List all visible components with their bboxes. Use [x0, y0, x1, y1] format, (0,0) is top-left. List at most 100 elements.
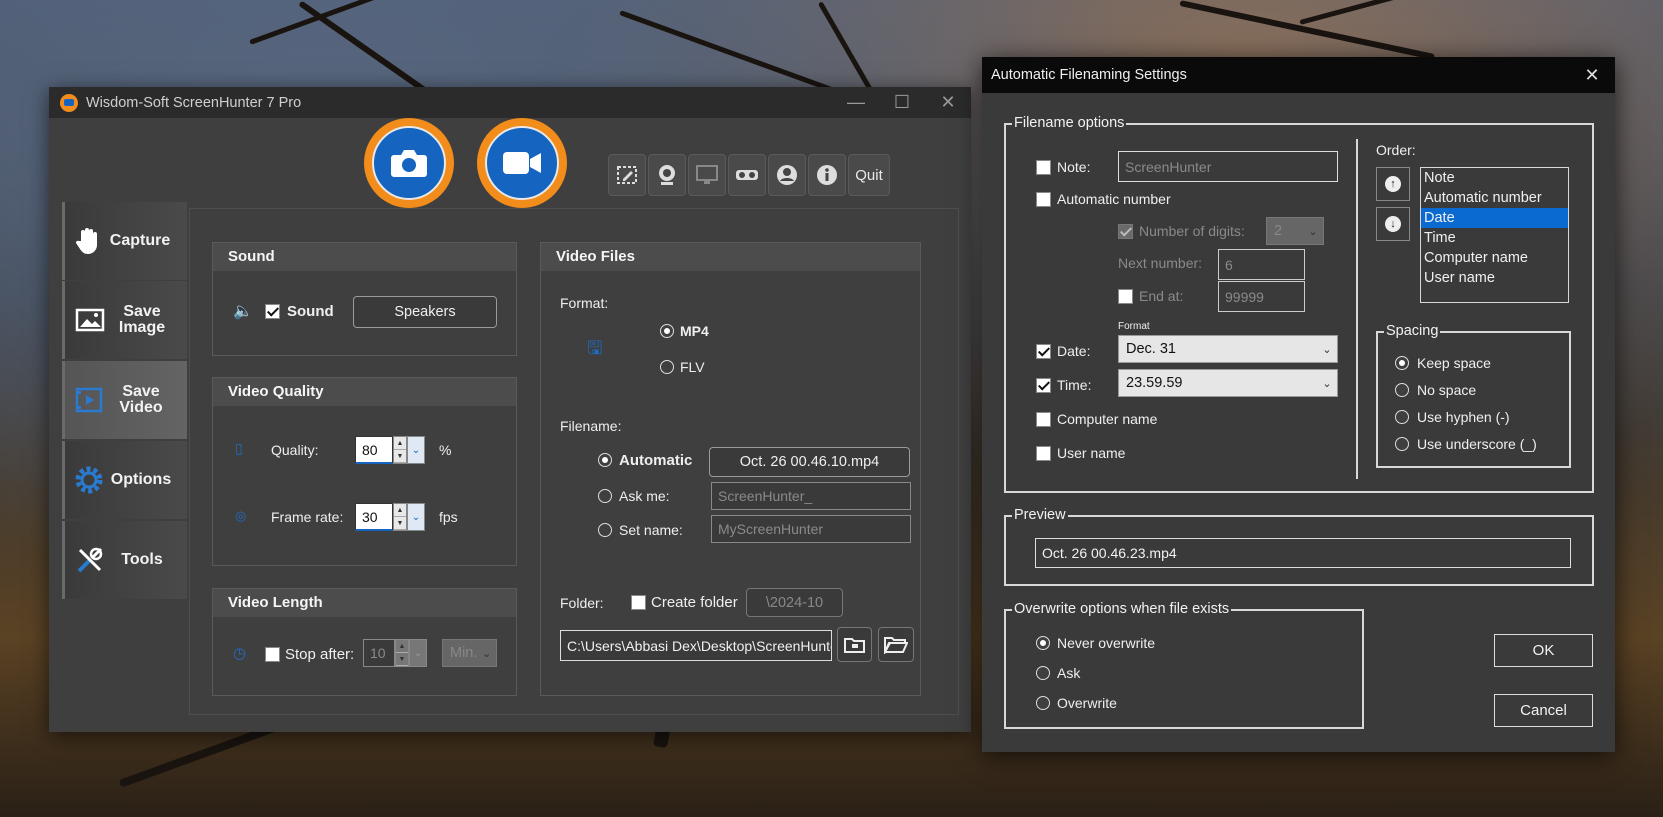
close-button[interactable]: ✕: [925, 87, 971, 118]
order-item[interactable]: Note: [1421, 168, 1568, 188]
sidebar-item-tools[interactable]: Tools: [62, 521, 187, 599]
num-digits-checkbox[interactable]: [1118, 224, 1133, 239]
stop-after-unit-select[interactable]: Min. ⌄: [442, 639, 497, 667]
speakers-button[interactable]: Speakers: [353, 296, 497, 328]
note-label: Note:: [1057, 159, 1091, 175]
order-item[interactable]: Computer name: [1421, 248, 1568, 268]
create-folder-name-button[interactable]: \2024-10: [746, 588, 843, 617]
time-label: Time:: [1057, 377, 1092, 393]
ok-button[interactable]: OK: [1494, 634, 1593, 667]
about-button[interactable]: [808, 154, 846, 196]
filename-automatic-radio[interactable]: [598, 453, 612, 467]
sidebar-item-label: Options: [110, 471, 172, 488]
stop-after-dropdown[interactable]: ⌄: [409, 639, 427, 667]
sidebar-item-options[interactable]: Options: [62, 441, 187, 519]
quality-input[interactable]: 80: [355, 436, 393, 464]
quality-unit: %: [439, 442, 452, 458]
move-up-button[interactable]: ↑: [1376, 167, 1410, 201]
filename-ask-label: Ask me:: [619, 488, 670, 504]
set-name-input[interactable]: MyScreenHunter: [711, 515, 911, 543]
auto-number-checkbox[interactable]: [1036, 192, 1051, 207]
computer-name-checkbox[interactable]: [1036, 412, 1051, 427]
sidebar-item-label: Save Image: [118, 303, 166, 336]
framerate-dropdown[interactable]: ⌄: [407, 503, 425, 531]
filename-label: Filename:: [560, 418, 622, 434]
spacing-hyphen-radio[interactable]: [1395, 410, 1409, 424]
spacing-option-label: Use underscore (_): [1417, 436, 1537, 452]
region-tool-button[interactable]: [608, 154, 646, 196]
date-checkbox[interactable]: [1036, 344, 1051, 359]
spacing-none-radio[interactable]: [1395, 383, 1409, 397]
format-mp4-radio[interactable]: [660, 324, 674, 338]
next-number-input[interactable]: 6: [1218, 249, 1305, 280]
account-button[interactable]: [768, 154, 806, 196]
sidebar-item-save-video[interactable]: Save Video: [62, 361, 187, 439]
time-format-value: 23.59.59: [1126, 375, 1183, 391]
spacing-keep-radio[interactable]: [1395, 356, 1409, 370]
note-input[interactable]: ScreenHunter: [1118, 151, 1338, 182]
order-item[interactable]: Date: [1421, 208, 1568, 228]
stop-after-checkbox[interactable]: [265, 647, 280, 662]
order-list[interactable]: Note Automatic number Date Time Computer…: [1420, 167, 1569, 303]
stop-after-input[interactable]: 10: [363, 639, 395, 667]
folder-open-icon: [843, 637, 865, 653]
webcam-icon: [659, 165, 675, 185]
sidebar-item-label: Tools: [121, 551, 163, 568]
sidebar-item-save-image[interactable]: Save Image: [62, 281, 187, 359]
main-window: Wisdom-Soft ScreenHunter 7 Pro — ☐ ✕ Qui…: [49, 87, 971, 732]
note-checkbox[interactable]: [1036, 160, 1051, 175]
monitor-icon: [696, 165, 718, 184]
sound-checkbox[interactable]: [265, 304, 280, 319]
quality-stepper[interactable]: ▲ ▼: [393, 436, 407, 464]
preview-group: Preview Oct. 26 00.46.23.mp4: [1004, 507, 1594, 586]
never-overwrite-radio[interactable]: [1036, 636, 1050, 650]
spacing-underscore-radio[interactable]: [1395, 437, 1409, 451]
time-format-select[interactable]: 23.59.59 ⌄: [1118, 369, 1338, 397]
maximize-button[interactable]: ☐: [879, 87, 925, 118]
capture-video-button[interactable]: [477, 118, 567, 208]
sidebar-item-capture[interactable]: Capture: [62, 202, 187, 280]
order-item[interactable]: Automatic number: [1421, 188, 1568, 208]
camera-icon: [391, 150, 427, 177]
folder-path-input[interactable]: C:\Users\Abbasi Dex\Desktop\ScreenHunter: [560, 630, 832, 661]
move-down-button[interactable]: ↓: [1376, 207, 1410, 241]
num-digits-select[interactable]: 2 ⌄: [1266, 217, 1324, 245]
time-checkbox[interactable]: [1036, 378, 1051, 393]
open-folder-button[interactable]: [837, 627, 872, 662]
speaker-icon: 🔈: [233, 303, 253, 320]
capture-image-button[interactable]: [364, 118, 454, 208]
user-name-label: User name: [1057, 445, 1126, 461]
vr-button[interactable]: [728, 154, 766, 196]
filename-setname-radio[interactable]: [598, 523, 612, 537]
quit-button[interactable]: Quit: [848, 154, 890, 196]
minimize-button[interactable]: —: [833, 87, 879, 118]
user-name-checkbox[interactable]: [1036, 446, 1051, 461]
framerate-input[interactable]: 30: [355, 503, 393, 531]
end-at-input[interactable]: 99999: [1218, 281, 1305, 312]
filename-setname-label: Set name:: [619, 522, 683, 538]
create-folder-checkbox[interactable]: [631, 595, 646, 610]
framerate-stepper[interactable]: ▲ ▼: [393, 503, 407, 531]
filename-ask-radio[interactable]: [598, 489, 612, 503]
screen-button[interactable]: [688, 154, 726, 196]
format-flv-radio[interactable]: [660, 360, 674, 374]
dialog-close-button[interactable]: ✕: [1569, 65, 1615, 86]
browse-folder-button[interactable]: [878, 627, 914, 662]
sidebar-item-label: Save Video: [119, 383, 163, 416]
cancel-button[interactable]: Cancel: [1494, 694, 1593, 727]
date-format-select[interactable]: Dec. 31 ⌄: [1118, 335, 1338, 363]
video-camera-icon: [503, 152, 541, 174]
order-item[interactable]: User name: [1421, 268, 1568, 288]
webcam-button[interactable]: [648, 154, 686, 196]
quality-dropdown[interactable]: ⌄: [407, 436, 425, 464]
computer-name-label: Computer name: [1057, 411, 1158, 427]
overwrite-radio[interactable]: [1036, 696, 1050, 710]
order-item[interactable]: Time: [1421, 228, 1568, 248]
ask-me-input[interactable]: ScreenHunter_: [711, 482, 911, 510]
unit-value: Min.: [450, 645, 478, 661]
automatic-filename-button[interactable]: Oct. 26 00.46.10.mp4: [709, 447, 910, 477]
stop-after-stepper[interactable]: ▲ ▼: [395, 639, 409, 667]
ask-overwrite-radio[interactable]: [1036, 666, 1050, 680]
end-at-checkbox[interactable]: [1118, 289, 1133, 304]
group-legend: Spacing: [1384, 323, 1441, 339]
